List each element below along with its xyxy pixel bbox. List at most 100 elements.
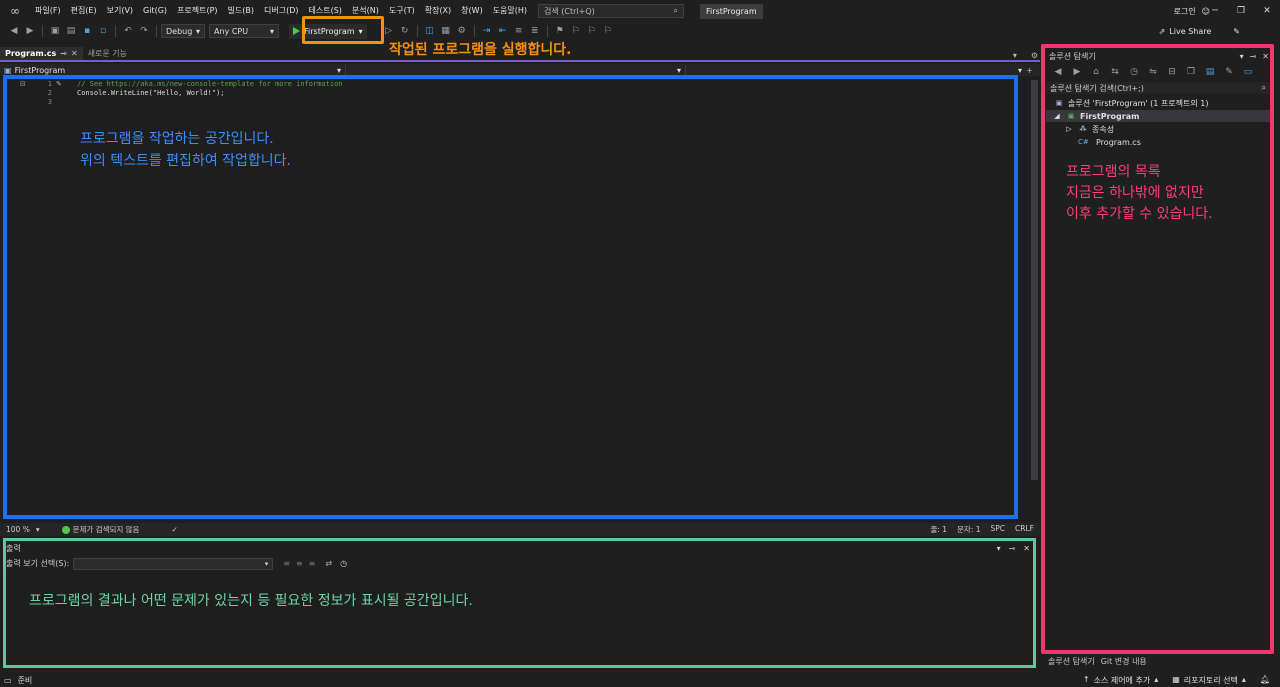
line-ending-indicator[interactable]: CRLF xyxy=(1015,524,1034,535)
run-button-highlight xyxy=(302,16,384,44)
bookmark-icon[interactable]: ⚑ xyxy=(553,24,567,38)
restore-icon[interactable]: ❐ xyxy=(1228,0,1254,22)
project-scope-dropdown[interactable]: ▣ FirstProgram ▾ xyxy=(0,64,346,76)
editor-annotation: 프로그램을 작업하는 공간입니다. 위의 텍스트를 편집하여 작업합니다. xyxy=(80,128,291,172)
pin-icon[interactable]: ⊸ xyxy=(60,49,67,58)
menu-file[interactable]: 파일(F) xyxy=(30,0,66,22)
menu-build[interactable]: 빌드(B) xyxy=(223,0,259,22)
menu-help[interactable]: 도움말(H) xyxy=(488,0,532,22)
menu-git[interactable]: Git(G) xyxy=(138,0,172,22)
add-source-control-label: 소스 제어에 추가 xyxy=(1093,675,1151,685)
select-repository-button[interactable]: ▦ 리포지토리 선택 ▴ xyxy=(1172,675,1246,686)
issues-label: 문제가 검색되지 않음 xyxy=(72,525,140,534)
menu-view[interactable]: 보기(V) xyxy=(102,0,138,22)
tab-list-icon[interactable]: ▾ xyxy=(1013,51,1017,60)
undo-icon[interactable]: ↶ xyxy=(121,24,135,38)
new-project-icon[interactable]: ▣ xyxy=(48,24,62,38)
title-bar: ∞ 파일(F) 편집(E) 보기(V) Git(G) 프로젝트(P) 빌드(B)… xyxy=(0,0,1280,22)
uncomment-icon[interactable]: ≣ xyxy=(528,24,542,38)
outdent-icon[interactable]: ⇤ xyxy=(496,24,510,38)
browser-link-icon[interactable]: ◫ xyxy=(423,24,437,38)
menu-extensions[interactable]: 확장(X) xyxy=(420,0,456,22)
notifications-bell-icon[interactable]: 🔔︎ xyxy=(1260,675,1270,686)
configuration-dropdown[interactable]: Debug ▾ xyxy=(161,24,205,38)
toolbar-divider xyxy=(546,25,548,37)
output-annotation: 프로그램의 결과나 어떤 문제가 있는지 등 필요한 정보가 표시될 공간입니다… xyxy=(29,593,473,609)
editor-status-bar: 100 % ▾ 문제가 검색되지 않음 ✓ 줄: 1 문자: 1 SPC CRL… xyxy=(0,523,1040,536)
tab-label: 새로운 기능 xyxy=(87,49,128,58)
indent-icon[interactable]: ⇥ xyxy=(480,24,494,38)
tab-program-cs[interactable]: Program.cs ⊸ ✕ xyxy=(0,47,83,60)
diagnostics-icon[interactable]: ⚙ xyxy=(455,24,469,38)
tab-git-changes[interactable]: Git 변경 내용 xyxy=(1101,656,1147,667)
platform-value: Any CPU xyxy=(214,26,249,36)
visual-studio-logo-icon[interactable]: ∞ xyxy=(0,0,30,22)
save-all-icon[interactable]: ▫ xyxy=(96,24,110,38)
whitespace-indicator[interactable]: SPC xyxy=(991,524,1006,535)
menu-edit[interactable]: 편집(E) xyxy=(66,0,102,22)
platform-dropdown[interactable]: Any CPU ▾ xyxy=(209,24,279,38)
explorer-annotation: 프로그램의 목록 지금은 하나밖에 없지만 이후 추가할 수 있습니다. xyxy=(1066,162,1213,225)
hot-reload-icon[interactable]: ↻ xyxy=(398,24,412,38)
back-icon[interactable]: ◀ xyxy=(7,24,21,38)
search-placeholder: 검색 (Ctrl+Q) xyxy=(544,6,595,16)
project-title: FirstProgram xyxy=(700,3,763,19)
redo-icon[interactable]: ↷ xyxy=(137,24,151,38)
live-share-button[interactable]: ⇗ Live Share ✎ xyxy=(1159,22,1240,40)
layout-icon[interactable]: ▦ xyxy=(439,24,453,38)
csharp-project-icon: ▣ xyxy=(4,65,12,75)
chevron-down-icon: ▾ xyxy=(1017,65,1022,75)
menu-tools[interactable]: 도구(T) xyxy=(384,0,420,22)
toolbar-divider xyxy=(473,25,475,37)
split-editor-icon[interactable]: + xyxy=(1026,66,1033,75)
toolbar-divider xyxy=(115,25,116,37)
zoom-level[interactable]: 100 % xyxy=(0,525,30,534)
save-icon[interactable]: ▪ xyxy=(80,24,94,38)
chevron-down-icon: ▾ xyxy=(269,26,274,36)
menu-project[interactable]: 프로젝트(P) xyxy=(172,0,223,22)
type-scope-dropdown[interactable]: ▾ xyxy=(346,64,686,76)
code-cleanup-icon[interactable]: ✓ xyxy=(171,525,177,534)
repository-icon: ▦ xyxy=(1172,674,1180,684)
chevron-up-icon: ▴ xyxy=(1241,674,1246,684)
global-search-box[interactable]: 검색 (Ctrl+Q) ⌕ xyxy=(538,4,685,18)
toolbar-divider xyxy=(42,25,43,37)
window-controls: ─ ❐ ✕ xyxy=(1202,0,1280,22)
chevron-down-icon: ▾ xyxy=(676,65,681,75)
login-label[interactable]: 로그인 xyxy=(1174,6,1196,17)
issues-indicator[interactable]: 문제가 검색되지 않음 xyxy=(61,524,140,535)
scrollbar-thumb[interactable] xyxy=(1031,80,1038,480)
check-circle-icon xyxy=(61,525,70,534)
open-folder-icon[interactable]: ▤ xyxy=(64,24,78,38)
explorer-annotation-line: 지금은 하나밖에 없지만 xyxy=(1066,185,1204,201)
live-share-label: Live Share xyxy=(1169,26,1212,36)
close-icon[interactable]: ✕ xyxy=(1254,0,1280,22)
next-bookmark-icon[interactable]: ⚐ xyxy=(585,24,599,38)
minimize-icon[interactable]: ─ xyxy=(1202,0,1228,22)
status-ready: 준비 xyxy=(17,675,33,685)
comment-icon[interactable]: ≡ xyxy=(512,24,526,38)
tab-whats-new[interactable]: 새로운 기능 xyxy=(83,47,132,60)
clear-bookmarks-icon[interactable]: ⚐ xyxy=(601,24,615,38)
output-window-icon[interactable]: ▭ xyxy=(0,676,12,685)
close-icon[interactable]: ✕ xyxy=(71,49,78,58)
menu-debug[interactable]: 디버그(D) xyxy=(259,0,303,22)
standard-toolbar: ◀ ▶ ▣ ▤ ▪ ▫ ↶ ↷ Debug ▾ Any CPU ▾ FirstP… xyxy=(0,22,1280,40)
tab-label: Program.cs xyxy=(5,49,57,58)
solution-explorer-bottom-tabs: 솔루션 탐색기 Git 변경 내용 xyxy=(1046,655,1272,667)
previous-bookmark-icon[interactable]: ⚐ xyxy=(569,24,583,38)
tab-solution-explorer[interactable]: 솔루션 탐색기 xyxy=(1048,656,1095,667)
chevron-up-icon: ▴ xyxy=(1154,674,1159,684)
menu-window[interactable]: 창(W) xyxy=(456,0,488,22)
chevron-down-icon: ▾ xyxy=(195,26,200,36)
line-indicator: 줄: 1 xyxy=(930,525,948,534)
live-share-icon: ⇗ xyxy=(1158,26,1166,36)
add-source-control-button[interactable]: ↑ 소스 제어에 추가 ▴ xyxy=(1083,675,1158,686)
editor-annotation-line: 프로그램을 작업하는 공간입니다. xyxy=(80,131,274,147)
member-scope-dropdown[interactable]: ▾ xyxy=(686,65,1026,76)
forward-icon[interactable]: ▶ xyxy=(23,24,37,38)
toolbar-divider xyxy=(156,25,157,37)
chevron-down-icon[interactable]: ▾ xyxy=(36,525,40,534)
gear-icon[interactable]: ⚙ xyxy=(1031,51,1038,60)
feedback-icon[interactable]: ✎ xyxy=(1233,27,1240,36)
